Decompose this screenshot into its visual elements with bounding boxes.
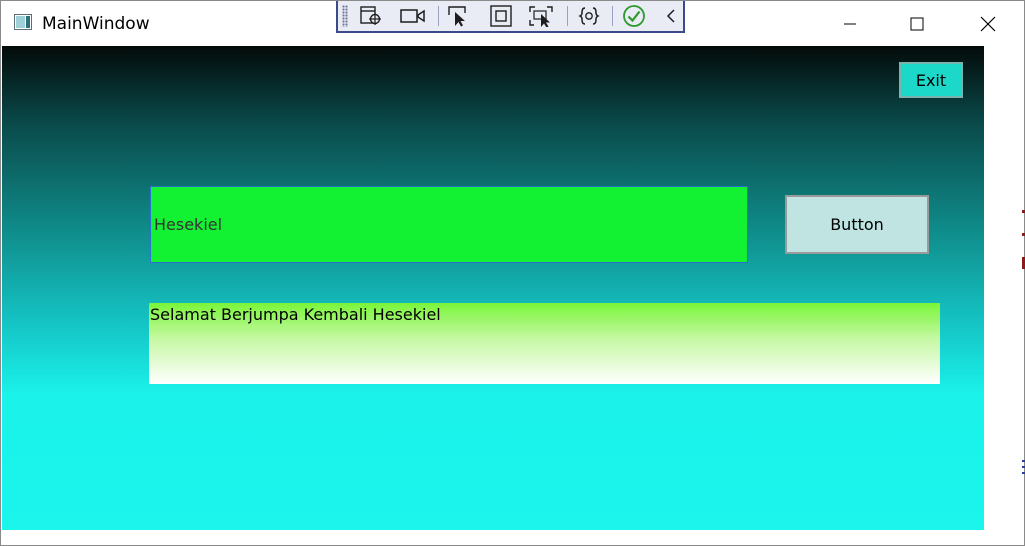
window-title: MainWindow — [42, 14, 150, 34]
maximize-button[interactable] — [894, 1, 940, 46]
greeting-label: Selamat Berjumpa Kembali Hesekiel — [149, 303, 940, 384]
close-button[interactable] — [965, 1, 1011, 46]
close-icon — [980, 16, 996, 31]
toolbar-separator — [567, 6, 568, 26]
main-window: MainWindow Exit Hesekiel Button Selamat … — [0, 0, 1025, 546]
toolbar-separator — [438, 6, 439, 26]
app-window-icon — [14, 14, 32, 30]
toolbar-grip[interactable] — [342, 5, 348, 27]
minimize-icon — [844, 23, 856, 24]
name-input[interactable] — [150, 186, 748, 263]
binding-failures-icon[interactable] — [576, 4, 602, 28]
maximize-icon — [910, 17, 924, 30]
exit-button[interactable]: Exit — [899, 62, 963, 98]
collapse-chevron-icon[interactable] — [658, 4, 684, 28]
client-area: Exit Button Selamat Berjumpa Kembali Hes… — [2, 46, 984, 530]
xaml-debug-toolbar — [336, 1, 685, 33]
select-element-icon[interactable] — [358, 4, 384, 28]
minimize-button[interactable] — [827, 1, 873, 46]
display-layout-adorners-icon[interactable] — [488, 4, 514, 28]
toolbar-separator — [612, 6, 613, 26]
select-cursor-icon[interactable] — [446, 4, 472, 28]
record-video-icon[interactable] — [400, 4, 426, 28]
background-window-edge — [1021, 205, 1025, 485]
track-focus-icon[interactable] — [528, 4, 554, 28]
greet-button[interactable]: Button — [785, 195, 929, 254]
check-icon[interactable] — [621, 4, 647, 28]
